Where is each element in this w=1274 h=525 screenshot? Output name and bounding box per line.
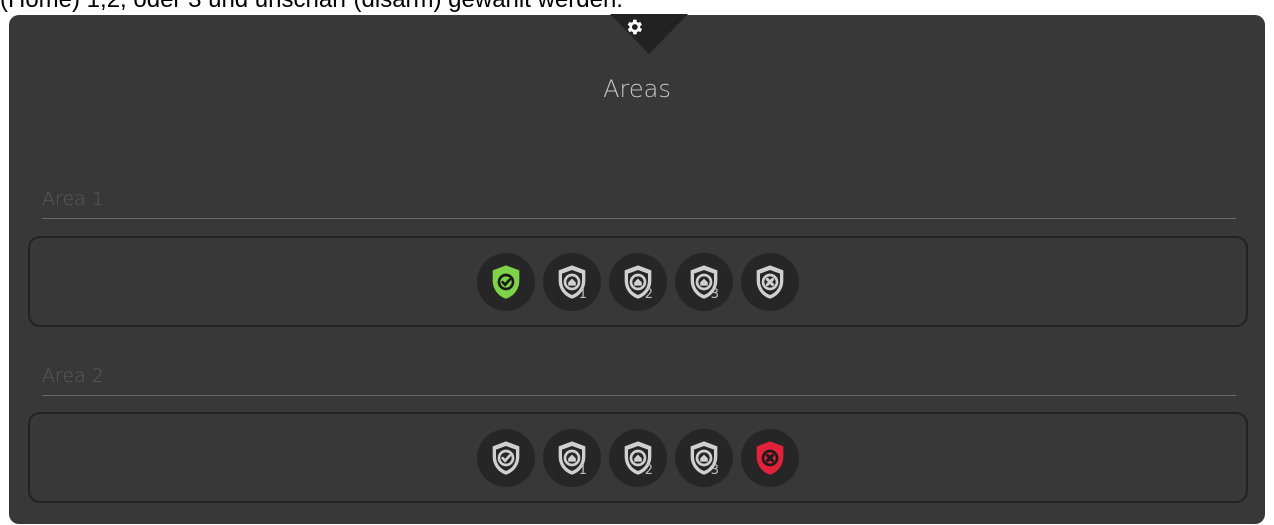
area-2-mode-home1-button[interactable]: 1 — [543, 428, 601, 487]
area-2-mode-armed-button[interactable] — [477, 428, 535, 487]
mode-number-label: 1 — [578, 462, 587, 478]
area-2-mode-disarm-button[interactable] — [741, 428, 799, 487]
area-1-mode-home3-button[interactable]: 3 — [675, 252, 733, 311]
mode-number-label: 2 — [644, 286, 653, 302]
shield-x-icon — [750, 438, 790, 478]
area-2-label: Area 2 — [42, 365, 104, 387]
area-2-divider — [42, 395, 1236, 396]
area-1-mode-home1-button[interactable]: 1 — [543, 252, 601, 311]
shield-check-icon — [486, 262, 526, 302]
area-1-modes: 1 2 3 — [28, 236, 1248, 327]
area-1-label: Area 1 — [42, 188, 104, 210]
panel-title: Areas — [603, 75, 671, 103]
mode-number-label: 2 — [644, 462, 653, 478]
mode-number-label: 1 — [578, 286, 587, 302]
top-caption-text: (Home) 1,2, oder 3 und unscharf (disarm)… — [0, 0, 623, 14]
gear-icon[interactable] — [624, 17, 644, 37]
shield-x-icon — [750, 262, 790, 302]
area-1-mode-armed-button[interactable] — [477, 252, 535, 311]
area-2-mode-home2-button[interactable]: 2 — [609, 428, 667, 487]
area-1-divider — [42, 218, 1236, 219]
mode-number-label: 3 — [710, 286, 719, 302]
area-1-mode-disarm-button[interactable] — [741, 252, 799, 311]
area-1-mode-home2-button[interactable]: 2 — [609, 252, 667, 311]
settings-notch — [610, 14, 688, 54]
area-2-modes: 1 2 3 — [28, 412, 1248, 503]
mode-number-label: 3 — [710, 462, 719, 478]
area-2-mode-home3-button[interactable]: 3 — [675, 428, 733, 487]
areas-panel: Areas Area 1 1 2 3 Area 2 1 2 3 — [9, 14, 1265, 524]
shield-check-icon — [486, 438, 526, 478]
